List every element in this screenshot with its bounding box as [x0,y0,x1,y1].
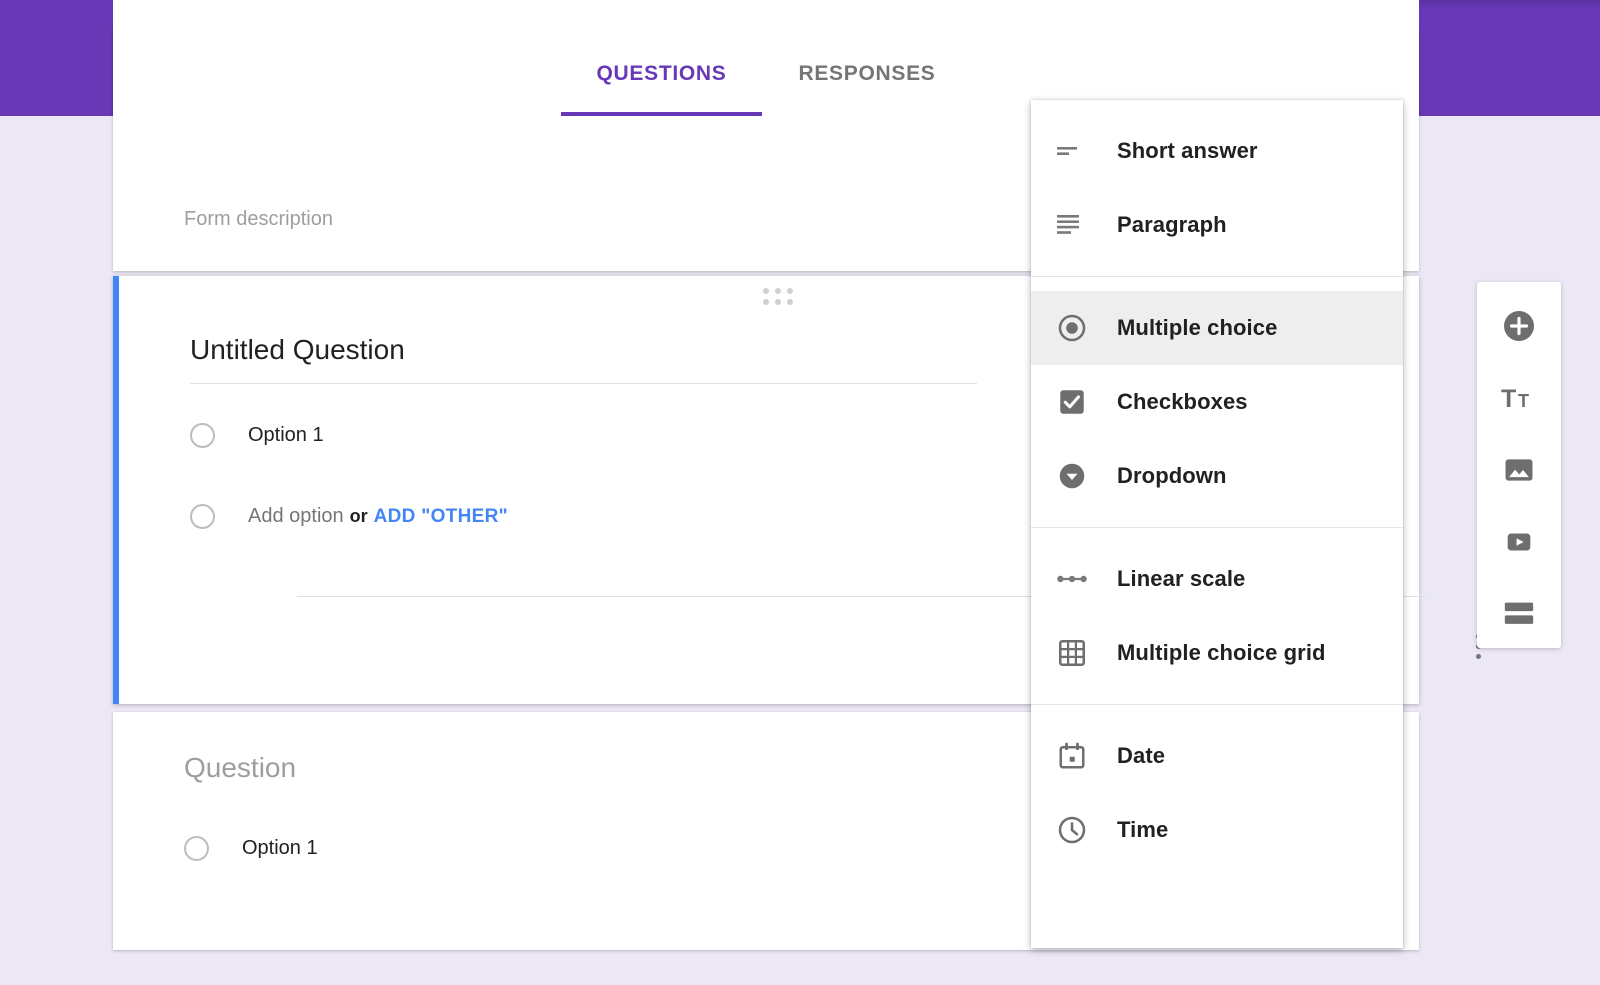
menu-item-label: Time [1117,817,1168,843]
paragraph-icon [1057,214,1099,236]
menu-group-choice: Multiple choice Checkboxes Dropdown [1031,291,1403,513]
menu-item-label: Checkboxes [1117,389,1248,415]
menu-item-label: Short answer [1117,138,1258,164]
option-row[interactable]: Option 1 [190,423,324,448]
menu-item-checkboxes[interactable]: Checkboxes [1031,365,1403,439]
menu-item-dropdown[interactable]: Dropdown [1031,439,1403,513]
video-play-icon [1502,525,1536,559]
tab-responses[interactable]: RESPONSES [762,62,971,116]
image-icon [1502,453,1536,487]
add-other-button[interactable]: ADD "OTHER" [374,506,508,528]
menu-separator [1031,276,1403,277]
svg-text:T: T [1518,391,1529,411]
question-title-placeholder[interactable]: Question [184,752,296,784]
menu-item-short-answer[interactable]: Short answer [1031,114,1403,188]
checkbox-checked-icon [1057,387,1099,417]
title-text-icon: T T [1501,383,1537,413]
linear-scale-icon [1057,572,1099,586]
drag-dots-icon[interactable] [762,288,794,306]
radio-button-icon[interactable] [184,836,209,861]
tab-bar: QUESTIONS RESPONSES [113,0,1419,116]
section-split-icon [1502,601,1536,627]
menu-group-text: Short answer Paragraph [1031,114,1403,262]
question-title-input[interactable]: Untitled Question [190,334,977,384]
grid-icon [1057,638,1099,668]
radio-button-icon[interactable] [190,423,215,448]
svg-text:T: T [1501,385,1516,413]
radio-button-icon [190,504,215,529]
menu-item-label: Paragraph [1117,212,1227,238]
or-text: or [350,506,368,527]
form-description-placeholder[interactable]: Form description [184,208,333,231]
add-option-text[interactable]: Add option [248,505,344,528]
option-label: Option 1 [242,837,318,860]
add-image-button[interactable] [1497,448,1541,492]
question-type-menu[interactable]: Short answer Paragraph M [1031,100,1403,948]
menu-item-multiple-choice[interactable]: Multiple choice [1031,291,1403,365]
menu-separator [1031,704,1403,705]
calendar-icon [1057,741,1099,771]
menu-item-label: Linear scale [1117,566,1245,592]
menu-item-label: Multiple choice grid [1117,640,1326,666]
clock-icon [1057,815,1099,845]
short-answer-icon [1057,144,1099,158]
add-title-button[interactable]: T T [1497,376,1541,420]
add-option-row[interactable]: Add option or ADD "OTHER" [190,504,508,529]
insert-toolbar: T T [1477,282,1561,648]
menu-item-time[interactable]: Time [1031,793,1403,867]
menu-item-label: Multiple choice [1117,315,1277,341]
option-row[interactable]: Option 1 [184,836,318,861]
menu-group-scale: Linear scale Multiple choice grid [1031,542,1403,690]
header-shadow [1400,0,1600,8]
menu-group-datetime: Date Time [1031,719,1403,867]
option-label: Option 1 [248,424,324,447]
menu-item-date[interactable]: Date [1031,719,1403,793]
menu-item-multiple-choice-grid[interactable]: Multiple choice grid [1031,616,1403,690]
add-question-button[interactable] [1497,304,1541,348]
menu-item-linear-scale[interactable]: Linear scale [1031,542,1403,616]
menu-item-paragraph[interactable]: Paragraph [1031,188,1403,262]
menu-separator [1031,527,1403,528]
dropdown-arrow-icon [1057,461,1099,491]
radio-button-icon [1057,313,1099,343]
tab-questions[interactable]: QUESTIONS [561,62,763,116]
menu-item-label: Dropdown [1117,463,1227,489]
add-section-button[interactable] [1497,592,1541,636]
add-video-button[interactable] [1497,520,1541,564]
menu-item-label: Date [1117,743,1165,769]
plus-circle-icon [1501,308,1537,344]
